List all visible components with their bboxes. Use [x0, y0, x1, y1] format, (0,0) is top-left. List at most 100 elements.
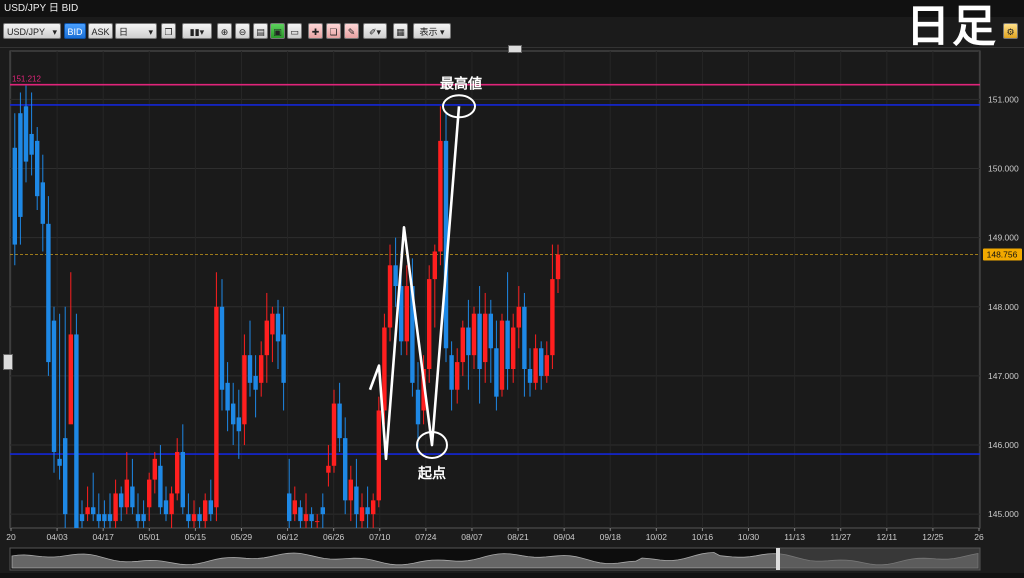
candle — [180, 451, 185, 508]
candle — [270, 313, 275, 335]
candle — [96, 514, 101, 522]
candle — [197, 514, 202, 522]
candle — [527, 369, 533, 383]
candle — [23, 106, 29, 162]
y-tick-label: 151.000 — [988, 94, 1019, 104]
candle — [477, 313, 482, 369]
candle — [46, 223, 51, 363]
layout-grid-icon[interactable]: ▤ — [253, 23, 268, 39]
plot-area — [9, 50, 981, 529]
x-tick-label: 11/27 — [830, 532, 851, 542]
candle — [455, 362, 460, 390]
order-add-icon[interactable]: ✚ — [308, 23, 323, 39]
candle — [147, 479, 152, 508]
candle — [505, 320, 510, 369]
candle — [494, 348, 499, 397]
candle — [186, 514, 191, 522]
candle — [124, 479, 129, 508]
y-tick-label: 145.000 — [988, 509, 1019, 519]
x-tick-label: 08/21 — [507, 532, 529, 542]
candle — [488, 313, 493, 349]
bid-button[interactable]: BID — [64, 23, 86, 39]
candle — [231, 403, 236, 425]
chevron-down-icon: ▾ — [52, 27, 57, 37]
candle — [471, 313, 477, 356]
candle — [225, 382, 230, 411]
candle — [247, 355, 253, 383]
x-tick-label: 10/02 — [646, 532, 668, 542]
candle — [163, 500, 169, 515]
chart-type-candlestick-icon[interactable]: ▮▮▾ — [182, 23, 212, 39]
order-edit-icon[interactable]: ✎ — [344, 23, 359, 39]
display-menu-button[interactable]: 表示 ▾ — [413, 23, 451, 39]
zoom-out-icon[interactable]: ⊖ — [235, 23, 250, 39]
symbol-select[interactable]: USD/JPY ▾ — [3, 23, 61, 39]
x-tick-label: 07/10 — [369, 532, 391, 542]
x-tick-label: 04/03 — [46, 532, 68, 542]
x-tick-label: 20 — [6, 532, 16, 542]
x-tick-label: 04/17 — [93, 532, 115, 542]
candle — [544, 355, 549, 376]
order-copy-icon[interactable]: ❏ — [326, 23, 341, 39]
candle — [242, 355, 247, 425]
ask-button[interactable]: ASK — [88, 23, 113, 39]
candle — [516, 306, 521, 328]
high-point-label: 最高値 — [440, 75, 482, 92]
price-chart[interactable]: 151.212 148.756 145.000 146.000 147.000 148.… — [0, 48, 1024, 573]
candle — [169, 493, 174, 515]
navigator-handle[interactable] — [776, 548, 780, 570]
candle — [85, 507, 90, 515]
candle — [371, 500, 376, 515]
symbol-value: USD/JPY — [7, 27, 46, 37]
side-panel-toggle[interactable] — [3, 354, 13, 370]
candle — [359, 507, 365, 522]
x-tick-label: 10/16 — [692, 532, 714, 542]
x-tick-label: 07/24 — [415, 532, 437, 542]
candle — [264, 320, 269, 356]
candle — [354, 486, 359, 515]
timeframe-value: 日 — [119, 27, 129, 37]
candle — [214, 306, 219, 508]
candle — [550, 279, 555, 356]
y-tick-label: 150.000 — [988, 164, 1019, 174]
candle — [404, 286, 409, 342]
candle — [12, 147, 17, 245]
settings-icon[interactable]: ⚙ — [1003, 23, 1018, 39]
candle — [539, 348, 544, 376]
candle — [130, 486, 135, 508]
window-icon[interactable]: ▭ — [287, 23, 302, 39]
collapse-toolbar-button[interactable] — [508, 45, 522, 53]
candle — [236, 417, 241, 432]
candle — [555, 254, 561, 280]
window-title-bar: USD/JPY 日 BID — [0, 0, 1024, 17]
y-tick-label: 147.000 — [988, 371, 1019, 381]
candle — [298, 507, 303, 522]
price-chart-svg: 151.212 148.756 145.000 146.000 147.000 148.… — [6, 50, 1022, 571]
y-tick-label: 146.000 — [988, 440, 1019, 450]
candle — [191, 514, 197, 522]
copy-chart-icon[interactable]: ❐ — [161, 23, 176, 39]
x-tick-label: 12/25 — [922, 532, 944, 542]
toolbar: USD/JPY ▾ BID ASK 日 ▾ ❐ ▮▮▾ ⊕ ⊖ ▤ ▣ ▭ ✚ … — [0, 17, 1024, 48]
x-tick-label: 09/04 — [554, 532, 576, 542]
panel-toggle-icon[interactable]: ▣ — [270, 23, 285, 39]
candle — [102, 514, 107, 522]
candle — [40, 182, 45, 224]
timeframe-select[interactable]: 日 ▾ — [115, 23, 157, 39]
candle — [57, 458, 62, 466]
candle — [135, 514, 141, 522]
candle — [259, 355, 264, 383]
screenshot-icon[interactable]: ▦ — [393, 23, 408, 39]
candle — [275, 313, 281, 342]
candle — [219, 306, 225, 390]
candle — [152, 458, 157, 480]
zoom-in-icon[interactable]: ⊕ — [217, 23, 232, 39]
candle — [68, 334, 73, 425]
candle — [287, 493, 292, 522]
x-tick-label: 10/30 — [738, 532, 760, 542]
draw-tool-icon[interactable]: ✐▾ — [363, 23, 387, 39]
chevron-down-icon: ▾ — [148, 27, 153, 37]
candle — [18, 113, 23, 217]
candle — [393, 265, 398, 287]
x-tick-label: 08/07 — [461, 532, 483, 542]
